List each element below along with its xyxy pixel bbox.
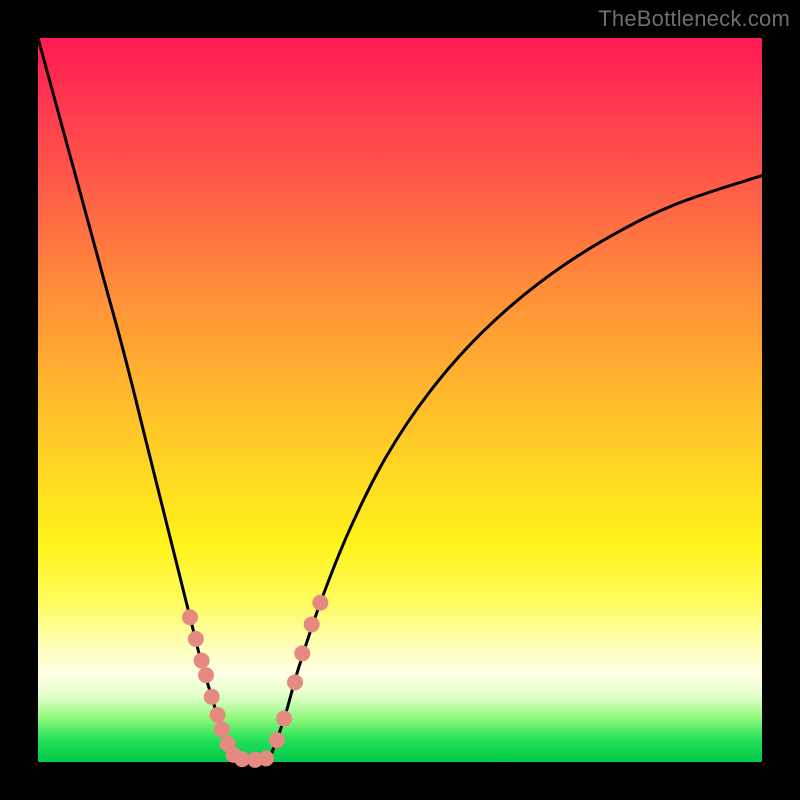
curve-svg [38,38,762,762]
marker-dot [304,616,320,632]
watermark-text: TheBottleneck.com [598,6,790,32]
marker-dot [214,721,230,737]
marker-dot [198,667,214,683]
marker-group [182,595,328,768]
marker-dot [182,609,198,625]
marker-dot [204,689,220,705]
curve-right-branch [270,176,762,759]
marker-dot [287,674,303,690]
marker-dot [188,631,204,647]
marker-dot [312,595,328,611]
chart-frame: TheBottleneck.com [0,0,800,800]
curve-left-branch [38,38,233,758]
marker-dot [276,711,292,727]
plot-area [38,38,762,762]
marker-dot [210,707,226,723]
marker-dot [294,645,310,661]
marker-dot [269,732,285,748]
marker-dot [258,750,274,766]
marker-dot [194,653,210,669]
